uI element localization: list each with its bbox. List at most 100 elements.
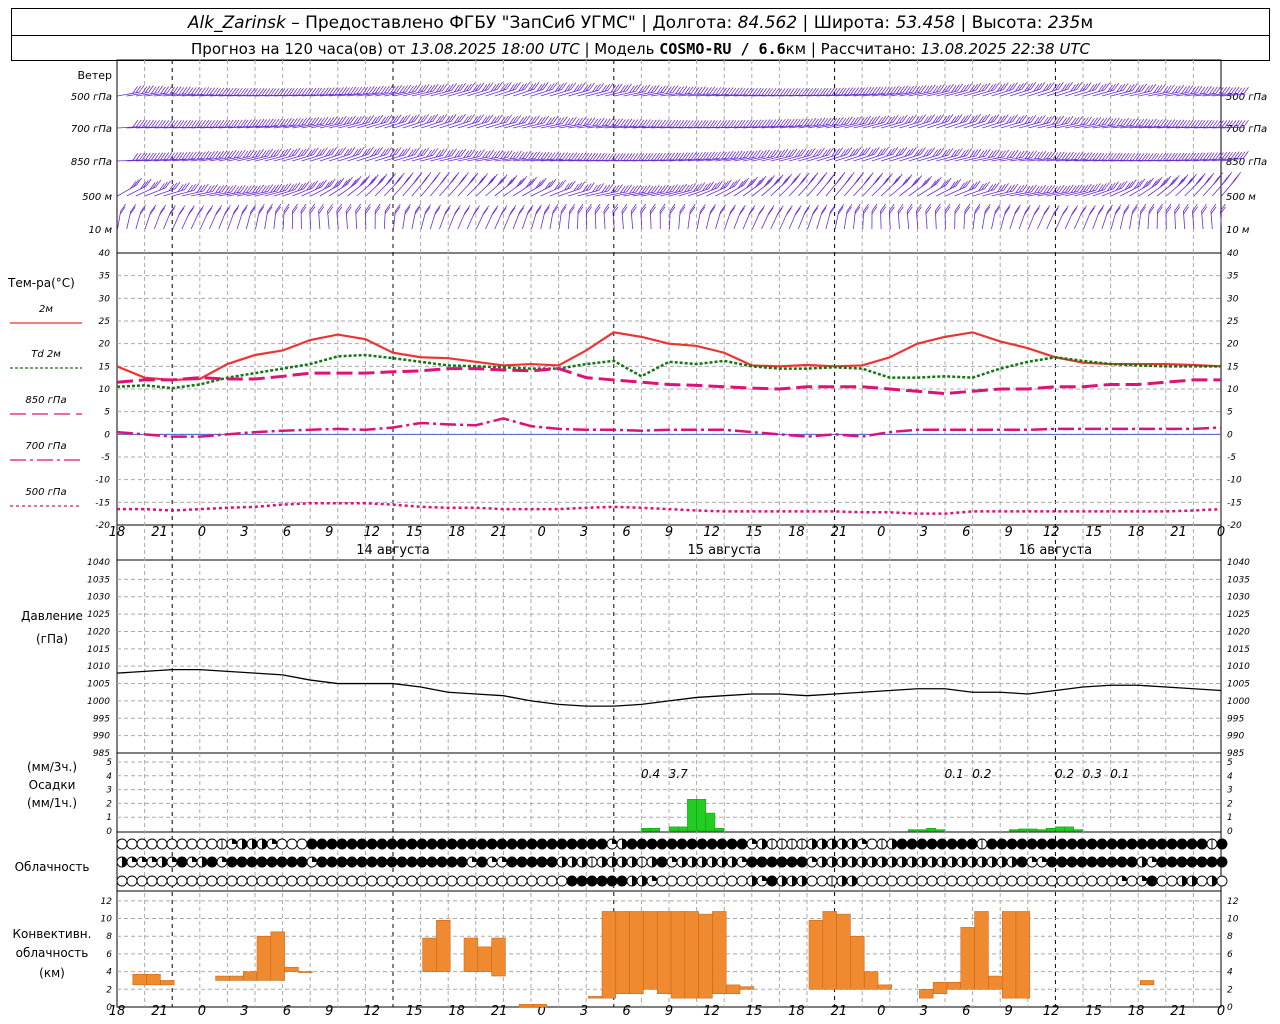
cloud-symbol: [176, 856, 188, 868]
precip-label: 0.1: [945, 767, 964, 781]
wind-barb-feather: [379, 175, 385, 184]
wind-barb-feather: [264, 184, 270, 193]
wind-barb-feather: [209, 184, 215, 193]
conv-tick-right: 6: [1227, 950, 1233, 960]
wind-barb-feather: [448, 149, 454, 157]
temp-tick-right: 30: [1227, 294, 1239, 304]
wind-barb-feather: [1009, 150, 1016, 158]
cloud-symbol-fill: [1212, 876, 1217, 886]
cloud-symbol: [616, 875, 628, 887]
pressure-tick-left: 1030: [87, 593, 110, 603]
hour-tick-label: 3: [580, 1004, 588, 1019]
hour-tick-label: 0: [1217, 1004, 1225, 1019]
cloud-symbol: [146, 838, 158, 850]
wind-barb-feather: [929, 114, 936, 122]
cloud-symbol: [816, 875, 828, 887]
precip-bar: [714, 827, 725, 832]
cloud-symbol: [1156, 875, 1168, 887]
cloud-symbol: [806, 875, 818, 887]
cloud-symbol-fill: [762, 839, 767, 849]
wind-barb-feather: [497, 114, 503, 122]
wind-barb-feather: [981, 149, 988, 158]
precip-tick-left: 2: [106, 799, 112, 809]
cloud-symbol: [1186, 838, 1198, 850]
wind-barb-feather: [245, 185, 252, 193]
precip-label: 0.1: [1110, 767, 1129, 781]
cloud-symbol-fill: [272, 839, 277, 844]
cloud-symbol-fill: [742, 857, 747, 862]
cloud-symbol: [926, 875, 938, 887]
cloud-symbol: [136, 838, 148, 850]
cloud-symbol-fill: [122, 857, 127, 867]
wind-barb-feather: [975, 148, 982, 157]
wind-barb-feather: [1083, 117, 1089, 125]
cloud-symbol-fill: [1142, 876, 1147, 881]
hour-tick-label: 18: [1128, 525, 1145, 540]
cloud-symbol-fill: [792, 876, 797, 886]
wind-barb-feather: [1046, 116, 1052, 124]
temperature-panel: -20 -20 -15 -15 -10 -10 -5 -5 0 0 5 5 10 10 15 15 20 20 25…: [10, 249, 1242, 531]
hour-tick-label: 21: [831, 1004, 848, 1019]
cloud-symbol-fill: [1142, 857, 1147, 867]
cloud-symbol: [896, 875, 908, 887]
cloud-symbol: [286, 875, 298, 887]
precip-bar: [650, 827, 661, 832]
wind-barb-feather: [1012, 114, 1018, 122]
temp-tick-right: -10: [1227, 476, 1242, 486]
wind-barb-feather: [863, 177, 870, 185]
cloud-symbol: [1146, 838, 1158, 850]
cloud-symbol: [476, 838, 488, 850]
cloud-symbol: [656, 856, 668, 868]
pressure-tick-left: 1035: [87, 575, 110, 585]
wind-barb-feather: [395, 114, 402, 122]
cloud-symbol: [666, 875, 678, 887]
wind-barb-feather: [303, 147, 310, 156]
cloud-symbol: [1196, 856, 1208, 868]
cloud-symbol: [956, 875, 968, 887]
wind-barb-feather: [458, 177, 465, 185]
wind-barb-feather: [632, 185, 639, 193]
cloud-symbol: [956, 838, 968, 850]
pressure-unit: (гПа): [36, 632, 68, 646]
hour-tick-label: 0: [198, 1004, 206, 1019]
temp-tick-right: -15: [1227, 498, 1242, 508]
hour-tick-label: 21: [151, 1004, 168, 1019]
wind-barb-feather: [604, 118, 611, 126]
cloud-symbol: [436, 856, 448, 868]
wind-barb-feather: [512, 151, 519, 159]
cloud-symbol: [306, 838, 318, 850]
cloud-symbol: [656, 838, 668, 850]
cloud-symbol: [866, 875, 878, 887]
cloud-symbol-fill: [922, 857, 927, 867]
precip-tick-right: 1: [1227, 813, 1233, 823]
wind-barb-feather: [880, 86, 887, 95]
cloud-title: Облачность: [15, 860, 90, 874]
temp-legend-label: 850 гПа: [25, 395, 66, 406]
precip-tick-right: 2: [1227, 799, 1233, 809]
wind-barb-feather: [149, 207, 156, 215]
cloud-symbol: [196, 838, 208, 850]
cloud-symbol-fill: [1192, 876, 1197, 886]
wind-barb-feather: [991, 149, 997, 158]
temp-tick-right: 20: [1227, 340, 1239, 350]
hour-tick-label: 6: [622, 1004, 630, 1019]
cloud-symbol: [1086, 875, 1098, 887]
wind-barb-feather: [1193, 86, 1200, 94]
wind-barb-feather: [641, 85, 648, 93]
cloud-symbol: [856, 875, 868, 887]
cloud-symbol-fill: [862, 839, 867, 844]
conv-bar: [670, 911, 686, 999]
conv-bar: [850, 935, 865, 990]
cloud-symbol-fill: [822, 839, 827, 849]
conv-bar: [739, 986, 755, 990]
temp-tick-right: 5: [1227, 408, 1233, 418]
wind-barb-feather: [710, 204, 716, 212]
cloud-symbol-fill: [202, 857, 207, 867]
cloud-symbol-fill: [1182, 876, 1187, 886]
wind-barb: [1193, 179, 1210, 197]
cloud-symbol: [256, 856, 268, 868]
cloud-symbol: [126, 838, 138, 850]
cloud-symbol: [986, 875, 998, 887]
wind-barb-feather: [616, 83, 623, 91]
pressure-tick-left: 1015: [87, 645, 110, 655]
